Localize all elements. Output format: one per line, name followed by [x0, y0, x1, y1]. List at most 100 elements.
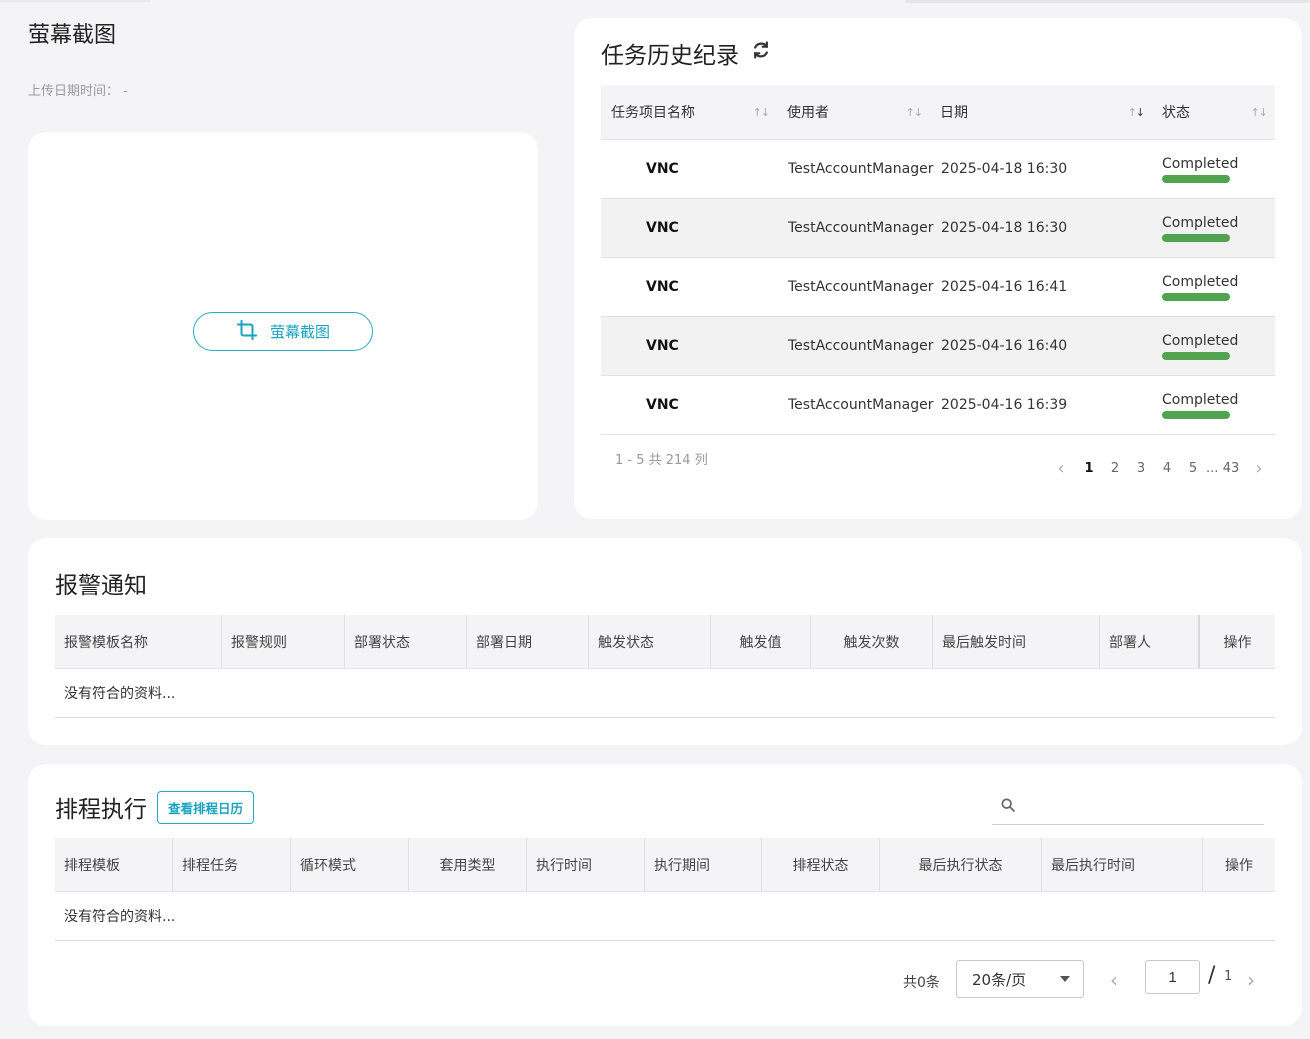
cell-user: TestAccountManager	[788, 161, 934, 177]
column-header: 部署日期	[467, 615, 589, 668]
table-row[interactable]: VNC TestAccountManager 2025-04-16 16:41 …	[601, 258, 1275, 317]
cell-task-name: VNC	[646, 161, 679, 177]
column-header: 排程模板	[55, 838, 173, 891]
column-header: 触发状态	[589, 615, 711, 668]
take-screenshot-button[interactable]: 萤幕截图	[193, 312, 373, 351]
upload-datetime-label: 上传日期时间：	[28, 84, 120, 99]
cell-task-name: VNC	[646, 220, 679, 236]
total-pages: 1	[1224, 969, 1233, 984]
topbar-edge-right	[905, 0, 1310, 3]
cell-task-name: VNC	[646, 397, 679, 413]
cell-user: TestAccountManager	[788, 338, 934, 354]
page-button-3[interactable]: 3	[1128, 461, 1154, 476]
caret-down-icon	[1060, 976, 1070, 982]
screenshot-card: 萤幕截图	[28, 132, 538, 520]
alarm-card: 报警通知 报警模板名称 报警规则 部署状态 部署日期 触发状态 触发值 触发次数…	[28, 538, 1302, 745]
chevron-right-icon[interactable]: ›	[1244, 458, 1274, 479]
cell-user: TestAccountManager	[788, 279, 934, 295]
column-header-date[interactable]: 日期 ↑↓	[930, 85, 1152, 139]
total-count: 共0条	[903, 975, 940, 991]
search-icon	[1000, 797, 1016, 817]
cell-date: 2025-04-16 16:40	[941, 338, 1068, 354]
page-button-2[interactable]: 2	[1102, 461, 1128, 476]
chevron-right-icon[interactable]: ›	[1247, 968, 1255, 992]
column-header: 操作	[1223, 634, 1252, 651]
column-header-task-name[interactable]: 任务项目名称 ↑↓	[601, 85, 777, 139]
page-button-1[interactable]: 1	[1076, 461, 1102, 476]
page-button-last[interactable]: 43	[1218, 461, 1244, 476]
schedule-pagination: 共0条 20条/页 ‹ / 1 ›	[28, 960, 1302, 1000]
cell-user: TestAccountManager	[788, 220, 934, 236]
upload-datetime-value: -	[123, 84, 128, 99]
column-header-status[interactable]: 状态 ↑↓	[1152, 85, 1275, 139]
schedule-title: 排程执行	[55, 797, 147, 823]
cell-status: Completed	[1152, 274, 1275, 301]
alarm-table: 报警模板名称 报警规则 部署状态 部署日期 触发状态 触发值 触发次数 最后触发…	[55, 615, 1275, 718]
page-size-select[interactable]: 20条/页	[956, 960, 1084, 998]
cell-user: TestAccountManager	[788, 397, 934, 413]
page-number-input[interactable]	[1145, 960, 1200, 994]
view-calendar-button[interactable]: 查看排程日历	[157, 790, 255, 824]
cell-status: Completed	[1152, 333, 1275, 360]
page-separator: /	[1208, 963, 1216, 988]
sort-icon[interactable]: ↑↓	[1251, 106, 1268, 119]
sort-icon-active[interactable]: ↑↓	[1128, 106, 1145, 119]
upload-datetime: 上传日期时间： -	[28, 80, 128, 99]
refresh-icon[interactable]	[751, 40, 771, 66]
history-pagination: ‹ 1 2 3 4 5 ... 43 ›	[1046, 458, 1274, 479]
table-header: 排程模板 排程任务 循环模式 套用类型 执行时间 执行期间 排程状态 最后执行状…	[55, 838, 1275, 892]
column-header: 操作	[1225, 857, 1253, 874]
table-row[interactable]: VNC TestAccountManager 2025-04-16 16:39 …	[601, 376, 1275, 435]
cell-status: Completed	[1152, 215, 1275, 242]
empty-row: 没有符合的资料...	[55, 669, 1275, 718]
chevron-left-icon[interactable]: ‹	[1046, 458, 1076, 479]
sort-icon[interactable]: ↑↓	[906, 106, 923, 119]
column-header: 执行时间	[527, 838, 645, 891]
screenshot-title: 萤幕截图	[28, 23, 117, 48]
search-input[interactable]	[1026, 799, 1246, 815]
table-row[interactable]: VNC TestAccountManager 2025-04-18 16:30 …	[601, 140, 1275, 199]
cell-task-name: VNC	[646, 279, 679, 295]
column-header: 部署人	[1100, 615, 1200, 668]
column-header: 套用类型	[409, 838, 527, 891]
column-header: 最后执行状态	[880, 838, 1042, 891]
chevron-left-icon[interactable]: ‹	[1110, 968, 1118, 992]
status-text: Completed	[1162, 273, 1239, 290]
table-header: 任务项目名称 ↑↓ 使用者 ↑↓ 日期 ↑↓ 状态 ↑↓	[601, 85, 1275, 140]
status-text: Completed	[1162, 391, 1239, 408]
cell-date: 2025-04-16 16:39	[941, 397, 1068, 413]
cell-task-name: VNC	[646, 338, 679, 354]
schedule-table: 排程模板 排程任务 循环模式 套用类型 执行时间 执行期间 排程状态 最后执行状…	[55, 838, 1275, 941]
schedule-header: 排程执行 查看排程日历	[55, 790, 255, 824]
column-header: 报警规则	[222, 615, 345, 668]
table-row[interactable]: VNC TestAccountManager 2025-04-16 16:40 …	[601, 317, 1275, 376]
empty-row: 没有符合的资料...	[55, 892, 1275, 941]
column-header: 最后触发时间	[933, 615, 1100, 668]
task-history-card: 任务历史纪录 任务项目名称 ↑↓ 使用者 ↑↓ 日期 ↑↓ 状态 ↑↓ VNC …	[574, 18, 1302, 519]
pagination-ellipsis: ...	[1206, 461, 1219, 476]
status-progress-bar	[1162, 174, 1230, 183]
column-header: 触发值	[711, 615, 811, 668]
schedule-search	[992, 790, 1264, 825]
cell-date: 2025-04-16 16:41	[941, 279, 1068, 295]
column-header: 执行期间	[645, 838, 762, 891]
sort-icon[interactable]: ↑↓	[753, 106, 770, 119]
column-header: 循环模式	[291, 838, 409, 891]
page-button-5[interactable]: 5	[1180, 461, 1206, 476]
page-button-4[interactable]: 4	[1154, 461, 1180, 476]
column-header: 触发次数	[811, 615, 933, 668]
schedule-card: 排程执行 查看排程日历 排程模板 排程任务 循环模式 套用类型 执行时间 执行期…	[28, 764, 1302, 1026]
task-history-table: 任务项目名称 ↑↓ 使用者 ↑↓ 日期 ↑↓ 状态 ↑↓ VNC TestAcc…	[601, 85, 1275, 435]
column-header: 部署状态	[345, 615, 467, 668]
status-text: Completed	[1162, 155, 1239, 172]
column-header-user[interactable]: 使用者 ↑↓	[777, 85, 930, 139]
take-screenshot-label: 萤幕截图	[269, 323, 330, 341]
page-size-value: 20条/页	[972, 970, 1027, 989]
table-row[interactable]: VNC TestAccountManager 2025-04-18 16:30 …	[601, 199, 1275, 258]
cell-status: Completed	[1152, 392, 1275, 419]
column-header: 报警模板名称	[55, 615, 222, 668]
column-header: 排程状态	[762, 838, 880, 891]
cell-date: 2025-04-18 16:30	[941, 220, 1068, 236]
column-header: 排程任务	[173, 838, 291, 891]
status-progress-bar	[1162, 233, 1230, 242]
